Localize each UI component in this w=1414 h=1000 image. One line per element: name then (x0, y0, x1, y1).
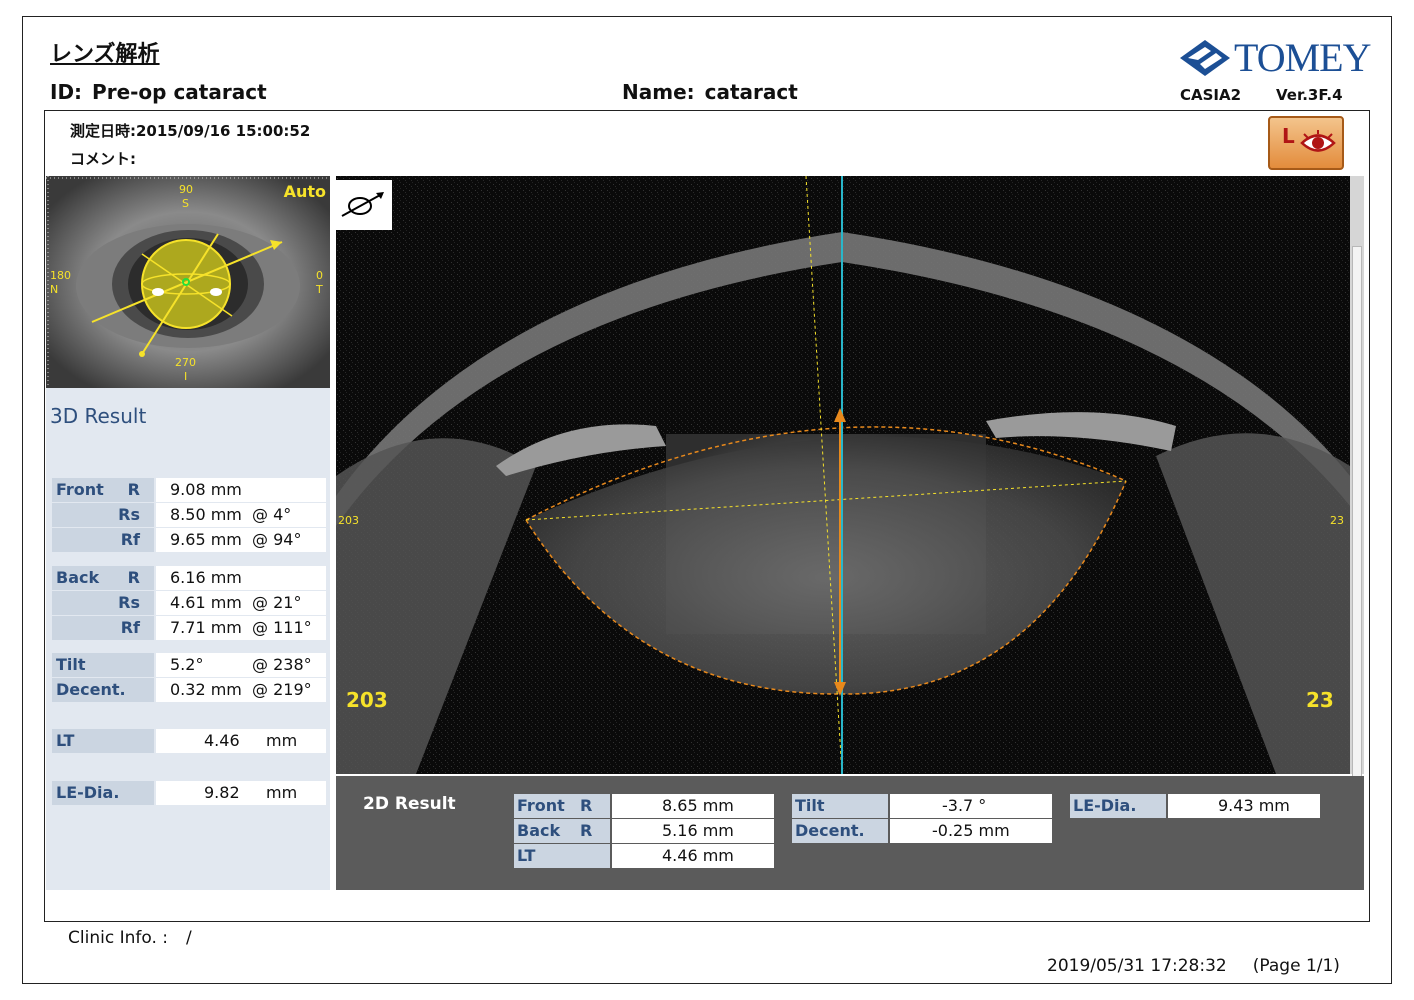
result-2d-le-dia: LE-Dia. 9.43 mm (1070, 794, 1320, 818)
axis-left-letter: N (50, 283, 59, 296)
result-2d-decent: Decent. -0.25 mm (792, 819, 1052, 843)
scan-scrollbar-thumb[interactable] (1352, 246, 1362, 806)
eye-mode-label: Auto (283, 182, 326, 201)
result-3d-value: 7.71 mm @ 111° (156, 616, 326, 640)
axis-top-degree: 90 (179, 183, 193, 196)
result-3d-value: 9.82 mm (156, 781, 326, 805)
result-3d-label: Rs (52, 503, 154, 527)
eye-icon (1300, 130, 1336, 152)
result-2d-front: Front R 8.65 mm (514, 794, 774, 818)
anterior-eye-image: Auto 90 S 180 N 0 T 270 I (46, 176, 330, 388)
scan-left-marker: 203 (346, 688, 388, 712)
result-3d-row: Front R 9.08 mm (52, 478, 326, 502)
scan-left-mark-small: 203 (338, 514, 359, 527)
result-3d-value: 6.16 mm (156, 566, 326, 590)
scan-right-marker: 23 (1306, 688, 1334, 712)
result-3d-value: 0.32 mm @ 219° (156, 678, 326, 702)
result-3d-value: 4.46 mm (156, 729, 326, 753)
result-3d-label: Tilt (52, 653, 154, 677)
result-3d-value: 8.50 mm @ 4° (156, 503, 326, 527)
result-3d-label: Rf (52, 616, 154, 640)
result-3d-value: 5.2° @ 238° (156, 653, 326, 677)
result-3d-row: Back R 6.16 mm (52, 566, 326, 590)
scan-right-mark-small: 23 (1330, 514, 1344, 527)
axis-right-letter: T (316, 283, 323, 296)
print-footer: 2019/05/31 17:28:32 (Page 1/1) (1047, 956, 1340, 976)
result-2d-back: Back R 5.16 mm (514, 819, 774, 843)
result-3d-label: Back R (52, 566, 154, 590)
result-2d-tilt: Tilt -3.7 ° (792, 794, 1052, 818)
result-3d-row: LT 4.46 mm (52, 729, 326, 753)
axis-top-letter: S (182, 197, 189, 210)
result-3d-value: 4.61 mm @ 21° (156, 591, 326, 615)
oct-scan-svg (336, 176, 1350, 774)
result-3d-row: Rf 9.65 mm @ 94° (52, 528, 326, 552)
measure-datetime: 測定日時:2015/09/16 15:00:52 (70, 122, 311, 140)
result-3d-label: Rs (52, 591, 154, 615)
axis-right-degree: 0 (316, 269, 323, 282)
result-3d-row: Tilt 5.2° @ 238° (52, 653, 326, 677)
patient-name: Name: cataract (622, 80, 798, 104)
result-3d-row: Rs 4.61 mm @ 21° (52, 591, 326, 615)
comment: コメント: (70, 150, 136, 168)
result-3d-row: Rf 7.71 mm @ 111° (52, 616, 326, 640)
result-3d-label: Front R (52, 478, 154, 502)
result-3d-value: 9.65 mm @ 94° (156, 528, 326, 552)
result-3d-label: LT (52, 729, 154, 753)
scan-scrollbar[interactable] (1350, 176, 1364, 806)
result-2d-lt: LT 4.46 mm (514, 844, 774, 868)
result-3d-heading: 3D Result (50, 404, 147, 428)
result-3d-label: LE-Dia. (52, 781, 154, 805)
tomey-logo-icon (1180, 39, 1230, 76)
result-3d-label: Rf (52, 528, 154, 552)
left-eye-badge: L (1268, 116, 1344, 170)
clinic-info: Clinic Info. : / (68, 928, 192, 948)
result-3d-value: 9.08 mm (156, 478, 326, 502)
result-2d-heading: 2D Result (363, 794, 456, 814)
oct-scan-image: 203 23 203 23 (336, 176, 1350, 774)
axis-bottom-letter: I (184, 370, 188, 383)
device-name: CASIA2 (1180, 86, 1242, 104)
result-3d-row: Rs 8.50 mm @ 4° (52, 503, 326, 527)
report-title: レンズ解析 (50, 42, 160, 67)
result-3d-row: Decent. 0.32 mm @ 219° (52, 678, 326, 702)
axis-left-degree: 180 (50, 269, 71, 282)
result-3d-row: LE-Dia. 9.82 mm (52, 781, 326, 805)
axis-bottom-degree: 270 (175, 356, 196, 369)
software-version: Ver.3F.4 (1276, 86, 1343, 104)
tomey-logo: TOMEY (1178, 34, 1371, 81)
result-3d-label: Decent. (52, 678, 154, 702)
patient-id: ID: Pre-op cataract (50, 80, 267, 104)
